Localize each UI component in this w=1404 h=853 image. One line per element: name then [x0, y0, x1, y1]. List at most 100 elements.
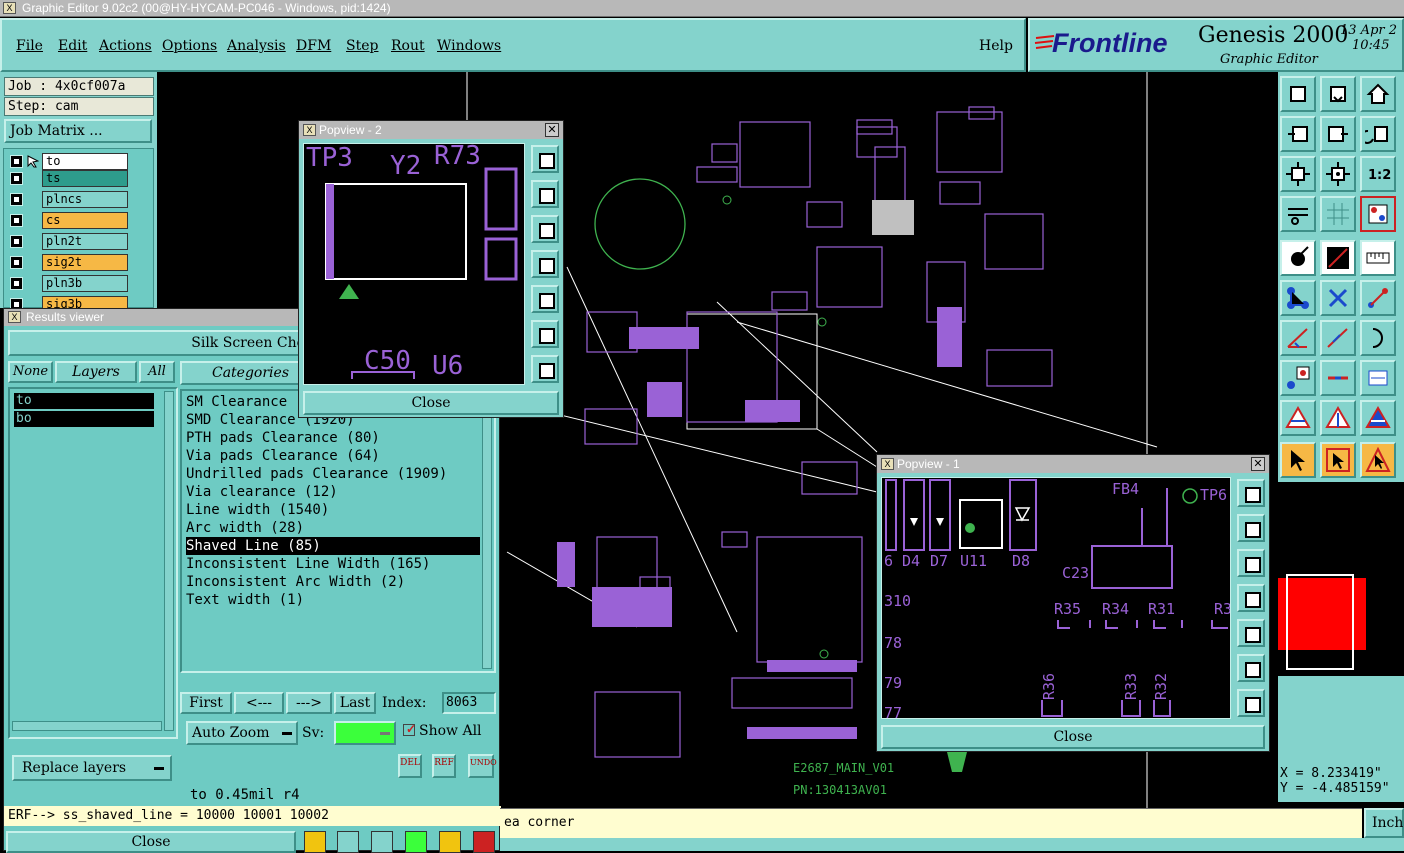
zoom-in-button[interactable]	[531, 355, 559, 383]
snap-center-tool[interactable]	[1280, 360, 1316, 396]
job-matrix-button[interactable]: Job Matrix ...	[4, 119, 152, 143]
snap-tool[interactable]	[1360, 196, 1396, 232]
diagonal-tool[interactable]	[1320, 320, 1356, 356]
layer-row-to[interactable]: to	[10, 153, 130, 170]
category-item[interactable]: SM Clearance	[186, 393, 287, 411]
tool-icon[interactable]	[304, 831, 326, 853]
del-button[interactable]: DEL	[398, 754, 422, 778]
layer-row-cs[interactable]: cs	[10, 212, 130, 229]
move-point-tool[interactable]	[1360, 280, 1396, 316]
close-icon[interactable]: ✕	[1251, 457, 1265, 471]
angle-tool[interactable]	[1280, 320, 1316, 356]
units-button[interactable]: Inch	[1364, 808, 1404, 838]
category-item[interactable]: Line width (1540)	[186, 501, 329, 519]
menu-actions[interactable]: Actions	[99, 38, 152, 54]
popview-2-canvas[interactable]: TP3 Y2 R73 C50 U6	[303, 143, 525, 385]
menu-file[interactable]: File	[16, 38, 43, 54]
pan-right-button[interactable]	[531, 285, 559, 313]
category-item[interactable]: PTH pads Clearance (80)	[186, 429, 380, 447]
menu-options[interactable]: Options	[162, 38, 217, 54]
menu-step[interactable]: Step	[346, 38, 378, 54]
add-pad-tool[interactable]	[1280, 240, 1316, 276]
measure-tool[interactable]	[1280, 196, 1316, 232]
results-close-button[interactable]: Close	[6, 831, 296, 853]
category-item[interactable]: Arc width (28)	[186, 519, 304, 537]
tool-icon[interactable]	[439, 831, 461, 853]
tool-icon[interactable]	[405, 831, 427, 853]
menu-edit[interactable]: Edit	[58, 38, 87, 54]
list-item[interactable]: to	[14, 393, 154, 409]
chart-icon[interactable]	[473, 831, 495, 853]
arc-tool[interactable]	[1360, 320, 1396, 356]
category-item[interactable]: Via pads Clearance (64)	[186, 447, 380, 465]
vertical-scrollbar[interactable]	[482, 393, 492, 669]
tool-icon[interactable]	[337, 831, 359, 853]
menu-windows[interactable]: Windows	[437, 38, 501, 54]
pan-down-button[interactable]	[1237, 549, 1265, 577]
pan-up-button[interactable]	[1237, 514, 1265, 542]
category-item[interactable]: Inconsistent Line Width (165)	[186, 555, 430, 573]
first-button[interactable]: First	[180, 692, 232, 714]
ruler-tool[interactable]	[1360, 240, 1396, 276]
category-item[interactable]: Via clearance (12)	[186, 483, 338, 501]
layer-checkbox[interactable]	[10, 298, 23, 308]
scale-1-2-tool[interactable]: 1:2	[1360, 156, 1396, 192]
popview-1-close-button[interactable]: Close	[881, 725, 1265, 749]
auto-zoom-select[interactable]: Auto Zoom	[186, 721, 298, 745]
menu-dfm[interactable]: DFM	[296, 38, 331, 54]
ref-button[interactable]: REF	[432, 754, 456, 778]
layer-row-pln3b[interactable]: pln3b	[10, 275, 130, 292]
layer-row-plncs[interactable]: plncs	[10, 191, 130, 208]
popview-1-canvas[interactable]: FB4 TP6 6 D4 D7 U11 D8 C23 R35 R34 R31 R…	[881, 477, 1231, 719]
redraw-tool[interactable]	[1360, 116, 1396, 152]
category-item-selected[interactable]: Shaved Line (85)	[186, 537, 480, 555]
zoom-out-tool[interactable]	[1280, 156, 1316, 192]
zoom-in-button[interactable]	[1237, 689, 1265, 717]
zoom-out-button[interactable]	[1237, 654, 1265, 682]
pan-right-button[interactable]	[1237, 619, 1265, 647]
layer-checkbox[interactable]	[10, 214, 23, 227]
show-all-checkbox[interactable]: ✓	[403, 722, 416, 736]
zoom-home-tool[interactable]	[1280, 76, 1316, 112]
zoom-page-tool[interactable]	[1320, 76, 1356, 112]
category-item[interactable]: Text width (1)	[186, 591, 304, 609]
pan-left-button[interactable]	[1237, 584, 1265, 612]
next-button[interactable]: --->	[286, 692, 332, 714]
popview-1-titlebar[interactable]: X Popview - 1 ✕	[877, 455, 1269, 473]
pan-right-tool[interactable]	[1320, 116, 1356, 152]
pan-left-tool[interactable]	[1280, 116, 1316, 152]
layer-checkbox[interactable]	[10, 193, 23, 206]
connect-tool[interactable]	[1280, 280, 1316, 316]
prev-button[interactable]: <---	[234, 692, 284, 714]
none-button[interactable]: None	[8, 361, 53, 383]
severity-color-select[interactable]	[334, 721, 396, 745]
zoom-home-button[interactable]	[1237, 479, 1265, 507]
dimension-tool[interactable]	[1360, 360, 1396, 396]
menu-analysis[interactable]: Analysis	[227, 38, 286, 54]
layer-checkbox[interactable]	[10, 256, 23, 269]
undo-button[interactable]: UNDO	[468, 754, 497, 778]
tool-icon[interactable]	[371, 831, 393, 853]
horizontal-tool[interactable]	[1320, 360, 1356, 396]
overview-map[interactable]	[1278, 482, 1404, 676]
menu-help[interactable]: Help	[979, 38, 1013, 54]
menu-rout[interactable]: Rout	[391, 38, 425, 54]
popview-2-titlebar[interactable]: X Popview - 2 ✕	[299, 121, 563, 139]
select-tool[interactable]	[1280, 442, 1316, 478]
popview-2-close-button[interactable]: Close	[303, 391, 559, 415]
layer-checkbox[interactable]	[10, 235, 23, 248]
triangle-fill-tool[interactable]	[1360, 400, 1396, 436]
zoom-out-button[interactable]	[531, 320, 559, 348]
select-box-tool[interactable]	[1320, 442, 1356, 478]
layer-row-sig3b[interactable]: sig3b	[10, 296, 130, 308]
cross-tool[interactable]	[1320, 280, 1356, 316]
triangle-alt-tool[interactable]	[1320, 400, 1356, 436]
layer-checkbox[interactable]	[10, 172, 23, 185]
replace-layers-select[interactable]: Replace layers	[12, 755, 172, 781]
pan-up-button[interactable]	[531, 180, 559, 208]
zoom-in-tool[interactable]	[1320, 156, 1356, 192]
close-icon[interactable]: ✕	[545, 123, 559, 137]
triangle-tool[interactable]	[1280, 400, 1316, 436]
category-item[interactable]: Inconsistent Arc Width (2)	[186, 573, 405, 591]
overview-viewport-frame[interactable]	[1286, 574, 1354, 670]
